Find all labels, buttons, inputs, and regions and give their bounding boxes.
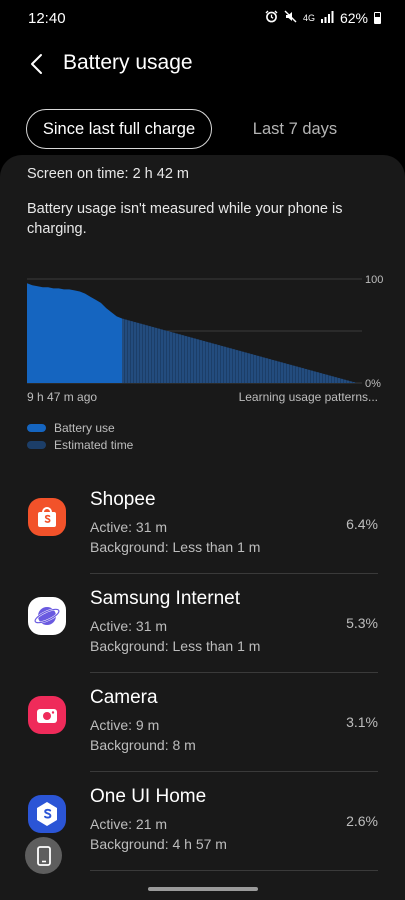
app-active-time: Active: 31 m [90, 519, 168, 535]
app-background-time: Background: Less than 1 m [90, 638, 261, 654]
status-bar: 12:40 4G 62% [0, 0, 405, 38]
camera-icon [28, 696, 66, 734]
battery-chart-svg: 100 0% [27, 274, 383, 390]
home-indicator[interactable] [148, 887, 258, 891]
app-usage-percent: 2.6% [346, 813, 378, 829]
app-active-time: Active: 31 m [90, 618, 168, 634]
device-mode-button[interactable] [25, 837, 62, 874]
chart-tick-label-0: 0% [365, 378, 381, 390]
app-background-time: Background: 4 h 57 m [90, 836, 227, 852]
status-time: 12:40 [28, 10, 66, 27]
one-ui-home-icon [28, 795, 66, 833]
legend-swatch-battery-use [27, 423, 46, 432]
app-usage-percent: 6.4% [346, 516, 378, 532]
app-background-time: Background: Less than 1 m [90, 539, 261, 555]
samsung-internet-icon [28, 597, 66, 635]
signal-icon [320, 10, 334, 26]
phone-icon [36, 845, 51, 866]
period-tabs: Since last full charge Last 7 days [0, 108, 405, 150]
battery-chart: 100 0% [27, 273, 387, 391]
legend-swatch-estimated-time [27, 440, 46, 449]
screen-on-time: Screen on time: 2 h 42 m [27, 166, 189, 182]
battery-percent: 62% [339, 10, 368, 26]
legend-item-battery-use: Battery use [27, 419, 133, 436]
legend-label: Battery use [54, 420, 115, 435]
battery-use-area [27, 283, 122, 383]
app-name: Samsung Internet [90, 588, 240, 609]
page-title: Battery usage [63, 51, 193, 74]
app-header: Battery usage [0, 38, 405, 88]
alarm-icon [265, 10, 278, 26]
mute-icon [284, 10, 297, 26]
charging-notice: Battery usage isn't measured while your … [27, 201, 343, 237]
chevron-left-icon [31, 54, 42, 74]
network-type-label: 4G [302, 13, 315, 23]
app-usage-percent: 3.1% [346, 714, 378, 730]
chart-legend: Battery use Estimated time [27, 419, 133, 453]
tab-last-7-days[interactable]: Last 7 days [225, 109, 365, 149]
shopee-icon [28, 498, 66, 536]
divider [90, 870, 378, 871]
app-row-samsung-internet[interactable]: Samsung Internet Active: 31 m Background… [0, 574, 405, 673]
back-button[interactable] [22, 50, 50, 78]
app-row-camera[interactable]: Camera Active: 9 m Background: 8 m 3.1% [0, 673, 405, 772]
app-row-shopee[interactable]: Shopee Active: 31 m Background: Less tha… [0, 475, 405, 574]
chart-tick-label-100: 100 [365, 274, 383, 286]
battery-icon [374, 12, 381, 24]
chart-start-label: 9 h 47 m ago [27, 390, 98, 404]
status-icons: 4G 62% [265, 10, 381, 26]
legend-item-estimated-time: Estimated time [27, 436, 133, 453]
app-name: One UI Home [90, 786, 207, 807]
legend-label: Estimated time [54, 437, 134, 452]
tab-since-last-full-charge[interactable]: Since last full charge [26, 109, 212, 149]
app-active-time: Active: 9 m [90, 717, 160, 733]
app-name: Camera [90, 687, 158, 708]
chart-end-label: Learning usage patterns... [238, 390, 378, 404]
app-background-time: Background: 8 m [90, 737, 196, 753]
app-name: Shopee [90, 489, 156, 510]
app-active-time: Active: 21 m [90, 816, 168, 832]
app-usage-percent: 5.3% [346, 615, 378, 631]
